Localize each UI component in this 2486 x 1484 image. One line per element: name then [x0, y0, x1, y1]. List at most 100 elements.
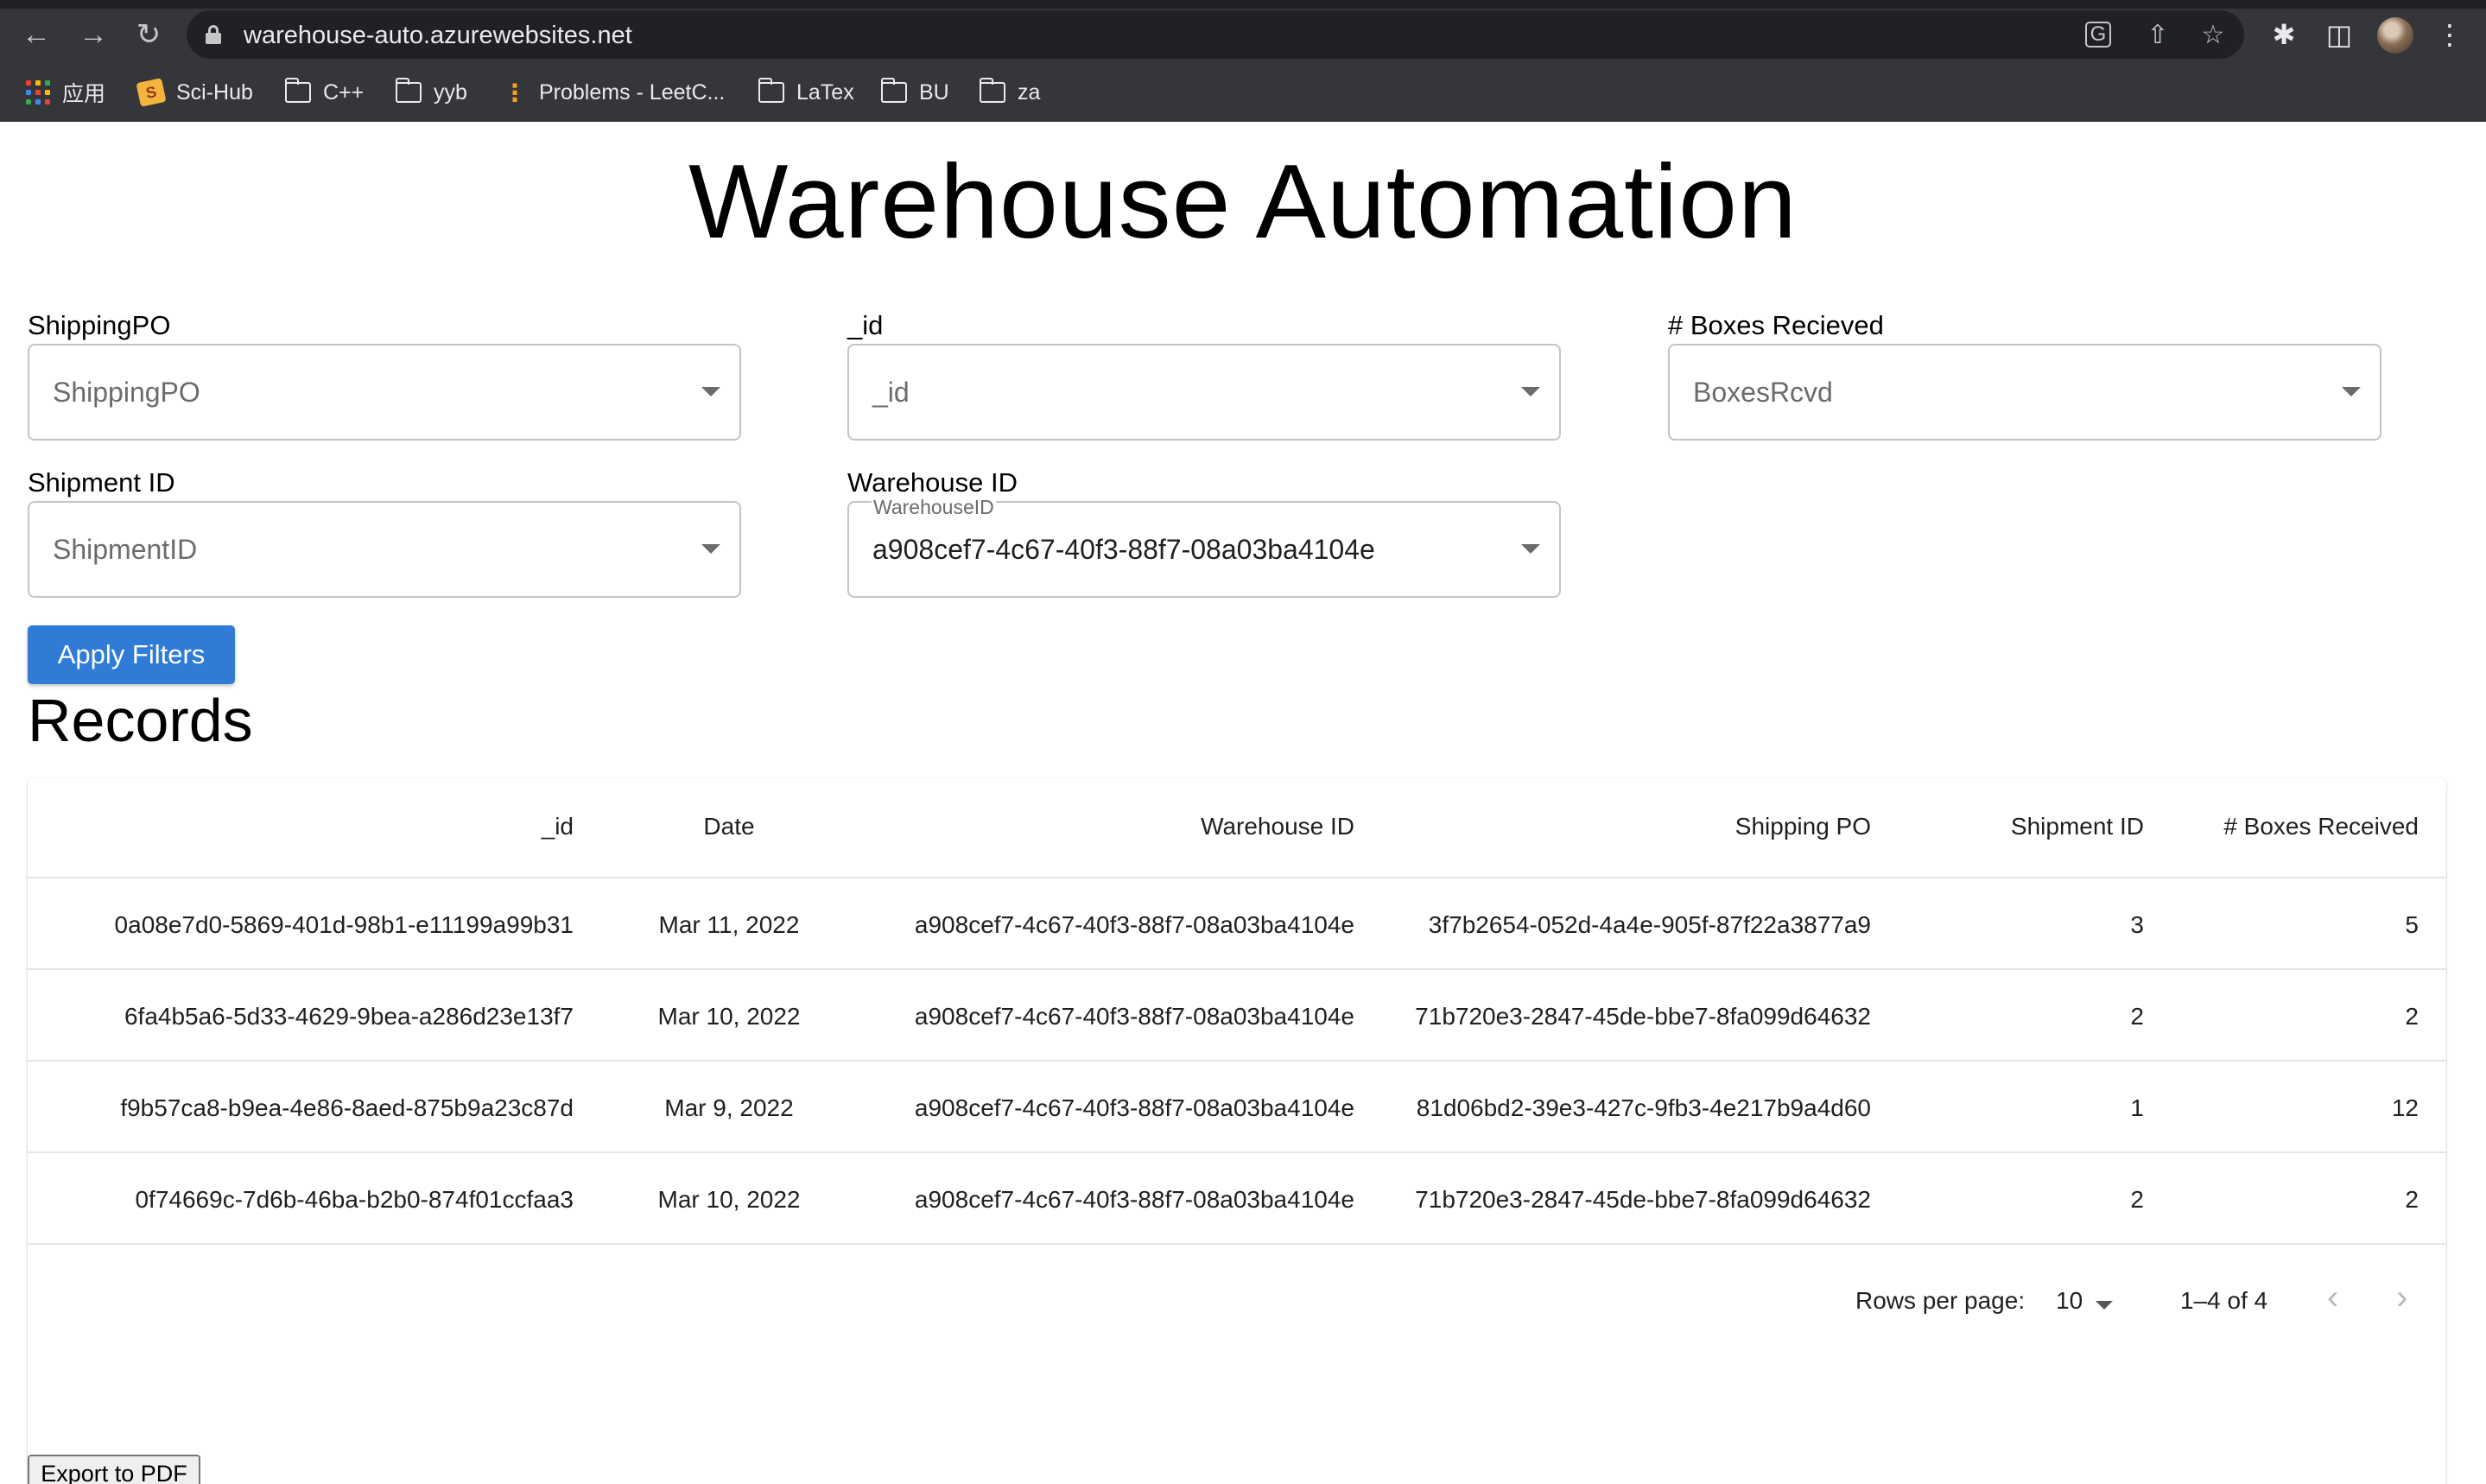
warehouse-id-label: Warehouse ID — [847, 467, 1018, 498]
cell-shipment-id: 2 — [2130, 1186, 2144, 1213]
column-header-id[interactable]: _id — [542, 813, 574, 840]
folder-icon — [395, 78, 422, 103]
id-select[interactable]: _id — [847, 344, 1561, 441]
forward-icon[interactable]: → — [74, 16, 112, 54]
cell-boxes: 12 — [2391, 1094, 2419, 1121]
chevron-down-icon — [2342, 387, 2361, 396]
shipment-id-select[interactable]: ShipmentID — [28, 501, 741, 598]
chevron-down-icon[interactable] — [2096, 1301, 2113, 1310]
cell-id: 0f74669c-7d6b-46ba-b2b0-874f01ccfaa3 — [135, 1186, 574, 1213]
bookmark-cpp[interactable]: C++ — [284, 73, 365, 112]
bookmark-yyb[interactable]: yyb — [395, 73, 467, 112]
tab-strip — [0, 0, 2486, 9]
next-page-icon[interactable]: › — [2396, 1278, 2407, 1317]
cell-warehouse-id: a908cef7-4c67-40f3-88f7-08a03ba4104e — [914, 911, 1354, 938]
reload-icon[interactable]: ↻ — [130, 16, 168, 54]
pagination-range: 1–4 of 4 — [2180, 1287, 2268, 1314]
table-pagination: Rows per page: 10 1–4 of 4 ‹ › — [28, 1258, 2446, 1344]
records-table: _id Date Warehouse ID Shipping PO Shipme… — [28, 778, 2446, 1484]
folder-icon — [758, 78, 784, 103]
bookmark-label: C++ — [323, 79, 365, 105]
export-pdf-button[interactable]: Export to PDF — [28, 1455, 200, 1484]
page-content: Warehouse Automation ShippingPO Shipping… — [0, 122, 2486, 1484]
address-bar[interactable]: warehouse-auto.azurewebsites.net G ⇧ ☆ — [187, 10, 2244, 59]
cell-id: 6fa4b5a6-5d33-4629-9bea-a286d23e13f7 — [124, 1003, 574, 1030]
bookmark-za[interactable]: za — [979, 73, 1041, 112]
column-header-shipment-id[interactable]: Shipment ID — [2011, 813, 2144, 840]
cell-warehouse-id: a908cef7-4c67-40f3-88f7-08a03ba4104e — [914, 1186, 1354, 1213]
cell-warehouse-id: a908cef7-4c67-40f3-88f7-08a03ba4104e — [914, 1003, 1354, 1030]
column-header-shipping-po[interactable]: Shipping PO — [1735, 813, 1871, 840]
table-row[interactable]: 6fa4b5a6-5d33-4629-9bea-a286d23e13f7 Mar… — [28, 970, 2446, 1062]
shipping-po-placeholder: ShippingPO — [53, 377, 200, 408]
cell-boxes: 5 — [2405, 911, 2419, 938]
url-text[interactable]: warehouse-auto.azurewebsites.net — [244, 22, 632, 50]
apply-filters-button[interactable]: Apply Filters — [28, 625, 235, 684]
bookmark-label: za — [1018, 79, 1041, 105]
cell-shipment-id: 1 — [2130, 1094, 2144, 1121]
bookmark-apps[interactable]: 应用 — [26, 73, 105, 112]
translate-icon[interactable]: G — [2085, 22, 2111, 48]
warehouse-id-select[interactable]: WarehouseID a908cef7-4c67-40f3-88f7-08a0… — [847, 496, 1561, 598]
cell-warehouse-id: a908cef7-4c67-40f3-88f7-08a03ba4104e — [914, 1094, 1354, 1121]
bookmark-label: LaTex — [796, 79, 854, 105]
cell-shipment-id: 2 — [2130, 1003, 2144, 1030]
boxes-placeholder: BoxesRcvd — [1693, 377, 1833, 408]
chevron-down-icon — [701, 387, 720, 396]
cell-shipping-po: 81d06bd2-39e3-427c-9fb3-4e217b9a4d60 — [1416, 1094, 1871, 1121]
records-heading: Records — [28, 687, 253, 754]
chevron-down-icon — [701, 544, 720, 554]
browser-chrome: ← → ↻ warehouse-auto.azurewebsites.net G… — [0, 0, 2486, 122]
extensions-icon[interactable]: ✱ — [2265, 16, 2303, 54]
bookmark-leetcode[interactable]: ⋮ Problems - LeetC... — [503, 73, 725, 112]
cell-date: Mar 10, 2022 — [657, 1003, 801, 1030]
cell-date: Mar 10, 2022 — [657, 1186, 801, 1213]
cell-boxes: 2 — [2405, 1186, 2419, 1213]
share-icon[interactable]: ⇧ — [2140, 17, 2175, 52]
shipment-id-placeholder: ShipmentID — [53, 534, 198, 565]
column-header-date[interactable]: Date — [615, 813, 843, 840]
id-label: _id — [847, 310, 884, 340]
rows-per-page-select[interactable]: 10 — [2056, 1287, 2083, 1315]
bookmark-label: 应用 — [62, 82, 106, 106]
page-title: Warehouse Automation — [688, 143, 1798, 260]
bookmark-label: BU — [919, 79, 949, 105]
shipment-id-label: Shipment ID — [28, 467, 175, 498]
folder-icon — [284, 78, 311, 103]
cell-date: Mar 9, 2022 — [664, 1094, 794, 1121]
warehouse-id-value: a908cef7-4c67-40f3-88f7-08a03ba4104e — [872, 534, 1375, 565]
bookmark-label: Problems - LeetC... — [539, 79, 726, 105]
avatar[interactable] — [2377, 17, 2413, 54]
side-panel-icon[interactable]: ◫ — [2320, 16, 2358, 54]
table-row[interactable]: 0f74669c-7d6b-46ba-b2b0-874f01ccfaa3 Mar… — [28, 1153, 2446, 1245]
chevron-down-icon — [1521, 387, 1540, 396]
bookmark-star-icon[interactable]: ☆ — [2196, 17, 2230, 52]
previous-page-icon[interactable]: ‹ — [2327, 1278, 2338, 1317]
table-header-row: _id Date Warehouse ID Shipping PO Shipme… — [28, 778, 2446, 878]
apps-grid-icon — [26, 80, 50, 105]
cell-shipping-po: 71b720e3-2847-45de-bbe7-8fa099d64632 — [1415, 1003, 1871, 1030]
column-header-warehouse-id[interactable]: Warehouse ID — [1201, 813, 1354, 840]
table-row[interactable]: f9b57ca8-b9ea-4e86-8aed-875b9a23c87d Mar… — [28, 1062, 2446, 1153]
boxes-select[interactable]: BoxesRcvd — [1668, 344, 2381, 441]
lock-icon[interactable] — [206, 25, 221, 44]
folder-icon — [979, 78, 1005, 103]
more-menu-icon[interactable]: ⋮ — [2431, 16, 2469, 54]
rows-per-page-label: Rows per page: — [1855, 1287, 2026, 1314]
cell-shipping-po: 71b720e3-2847-45de-bbe7-8fa099d64632 — [1415, 1186, 1871, 1213]
back-icon[interactable]: ← — [17, 16, 55, 54]
cell-id: 0a08e7d0-5869-401d-98b1-e11199a99b31 — [114, 911, 574, 938]
bookmark-scihub[interactable]: S Sci-Hub — [136, 73, 253, 112]
column-header-boxes[interactable]: # Boxes Received — [2223, 813, 2419, 840]
cell-id: f9b57ca8-b9ea-4e86-8aed-875b9a23c87d — [120, 1094, 574, 1121]
cell-shipping-po: 3f7b2654-052d-4a4e-905f-87f22a3877a9 — [1428, 911, 1871, 938]
bookmarks-bar: 应用 S Sci-Hub C++ yyb ⋮ Problems - LeetC.… — [0, 73, 2486, 112]
folder-icon — [880, 78, 907, 103]
shipping-po-select[interactable]: ShippingPO — [28, 344, 741, 441]
cell-date: Mar 11, 2022 — [658, 911, 800, 938]
cell-boxes: 2 — [2405, 1003, 2419, 1030]
bookmark-bu[interactable]: BU — [880, 73, 949, 112]
bookmark-latex[interactable]: LaTex — [758, 73, 854, 112]
shipping-po-label: ShippingPO — [28, 310, 171, 340]
table-row[interactable]: 0a08e7d0-5869-401d-98b1-e11199a99b31 Mar… — [28, 878, 2446, 970]
